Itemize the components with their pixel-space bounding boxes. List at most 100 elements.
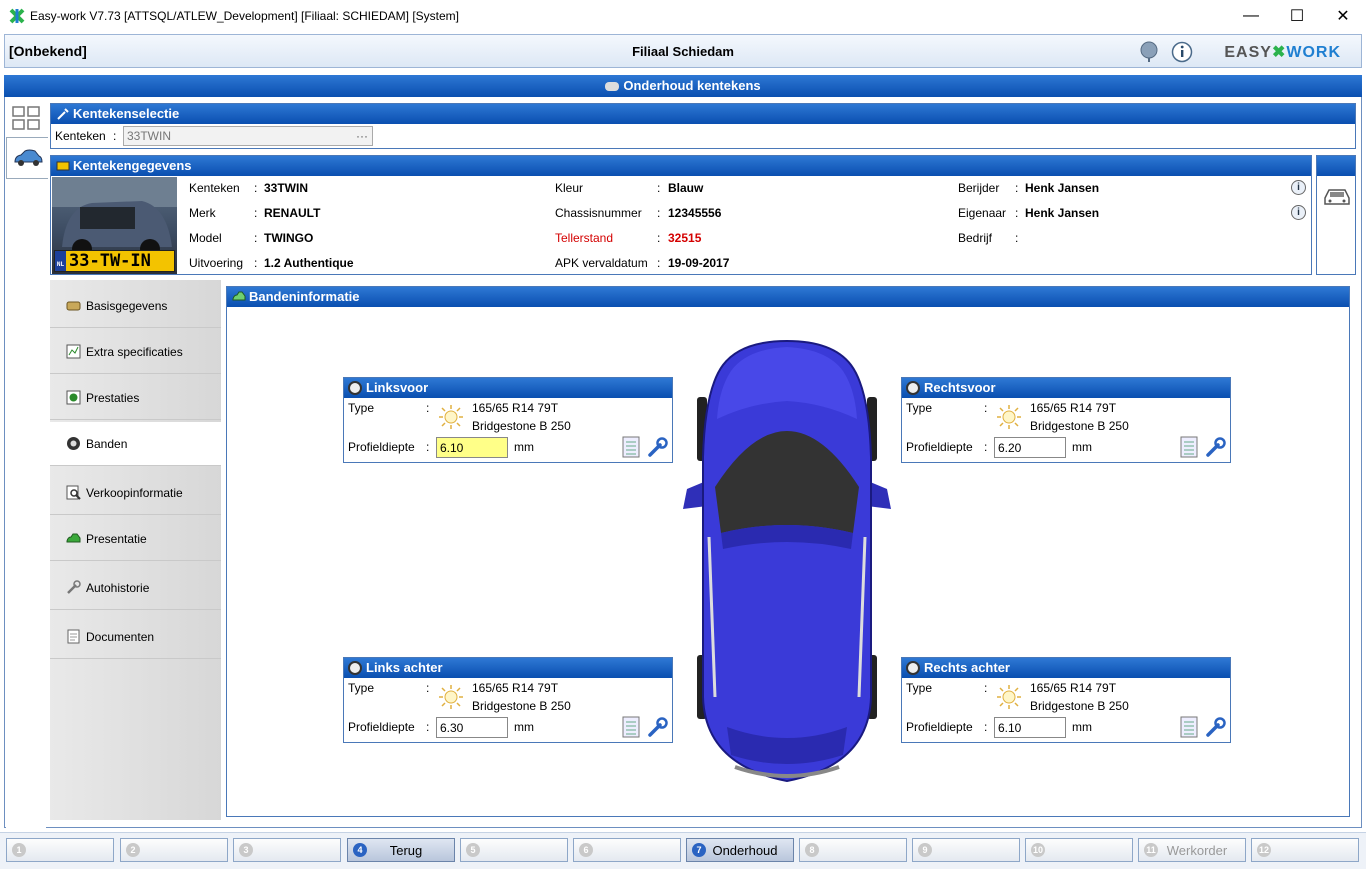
tire-card-header: Rechts achter (902, 658, 1230, 678)
history-list-icon[interactable] (622, 716, 640, 738)
tire-size: 165/65 R14 79T (1030, 681, 1117, 695)
colon: : (984, 720, 988, 734)
depth-input[interactable] (994, 437, 1066, 458)
history-list-icon[interactable] (622, 436, 640, 458)
tire-brand: Bridgestone B 250 (1030, 419, 1129, 433)
info-icon[interactable] (1171, 41, 1193, 63)
werkorder-button[interactable]: 11 Werkorder (1138, 838, 1246, 862)
nav-label: Documenten (86, 630, 155, 644)
tire-card-header: Linksvoor (344, 378, 672, 398)
nav-banden[interactable]: Banden (50, 422, 221, 466)
colon: : (1015, 206, 1019, 220)
key-number: 3 (239, 843, 253, 857)
wrench-icon[interactable] (647, 716, 669, 738)
f6-button[interactable]: 6 (573, 838, 681, 862)
vehicle-view-button[interactable] (6, 137, 48, 179)
close-button[interactable]: ✕ (1320, 0, 1366, 32)
colon: : (657, 256, 661, 270)
field-chassis-value: 12345556 (668, 206, 722, 220)
f12-button[interactable]: 12 (1251, 838, 1359, 862)
history-list-icon[interactable] (1180, 716, 1198, 738)
wrench-icon[interactable] (1205, 436, 1227, 458)
document-icon (67, 629, 80, 644)
tire-icon (348, 381, 362, 395)
depth-input[interactable] (994, 717, 1066, 738)
field-model-value: TWINGO (264, 231, 314, 245)
tire-card-left-front: Linksvoor Type : 165/65 R14 79T Bridgest… (343, 377, 673, 463)
onderhoud-button[interactable]: 7 Onderhoud (686, 838, 794, 862)
nav-presentatie[interactable]: Presentatie (50, 517, 221, 561)
car-icon (13, 149, 43, 166)
depth-input[interactable] (436, 437, 508, 458)
history-list-icon[interactable] (1180, 436, 1198, 458)
plate-lookup-button[interactable]: ··· (356, 127, 368, 145)
f2-button[interactable]: 2 (120, 838, 228, 862)
depth-unit: mm (514, 720, 534, 734)
colon: : (984, 681, 988, 695)
tire-info-title: Bandeninformatie (249, 289, 360, 304)
colon: : (984, 401, 988, 415)
eigenaar-info-icon[interactable]: i (1291, 205, 1306, 220)
nav-label: Prestaties (86, 391, 140, 405)
field-eigenaar-label: Eigenaar (958, 206, 1007, 220)
wrench-icon[interactable] (1205, 716, 1227, 738)
nav-verkoopinformatie[interactable]: Verkoopinformatie (50, 471, 221, 515)
window-title: Easy-work V7.73 [ATTSQL/ATLEW_Developmen… (30, 9, 460, 23)
f10-button[interactable]: 10 (1025, 838, 1133, 862)
f5-button[interactable]: 5 (460, 838, 568, 862)
location-globe-icon[interactable] (1139, 41, 1159, 63)
plate-selection-panel: Kentekenselectie Kenteken : 33TWIN ··· (50, 103, 1356, 149)
tire-brand: Bridgestone B 250 (472, 699, 571, 713)
f1-button[interactable]: 1 (6, 838, 114, 862)
tire-brand: Bridgestone B 250 (1030, 699, 1129, 713)
car-front-icon[interactable] (1322, 186, 1352, 208)
nav-autohistorie[interactable]: Autohistorie (50, 566, 221, 610)
f8-button[interactable]: 8 (799, 838, 907, 862)
tire-icon (67, 437, 80, 450)
tire-card-header: Rechtsvoor (902, 378, 1230, 398)
tire-card-right-front: Rechtsvoor Type : 165/65 R14 79T Bridges… (901, 377, 1231, 463)
app-logo-icon (9, 8, 25, 24)
berijder-info-icon[interactable]: i (1291, 180, 1306, 195)
plate-colon: : (113, 129, 117, 143)
window-titlebar: Easy-work V7.73 [ATTSQL/ATLEW_Developmen… (0, 0, 1366, 32)
plate-input[interactable]: 33TWIN ··· (123, 126, 373, 146)
tire-card-title: Rechts achter (924, 660, 1010, 675)
terug-button[interactable]: 4 Terug (347, 838, 455, 862)
nav-basisgegevens[interactable]: Basisgegevens (50, 284, 221, 328)
tire-icon (906, 381, 920, 395)
tire-card-title: Rechtsvoor (924, 380, 996, 395)
f3-button[interactable]: 3 (233, 838, 341, 862)
minimize-button[interactable]: — (1228, 0, 1274, 32)
f9-button[interactable]: 9 (912, 838, 1020, 862)
nav-extra-specificaties[interactable]: Extra specificaties (50, 330, 221, 374)
key-label: Terug (389, 843, 423, 858)
depth-label: Profieldiepte (906, 440, 973, 454)
maximize-button[interactable]: ☐ (1274, 0, 1320, 32)
depth-unit: mm (1072, 440, 1092, 454)
depth-label: Profieldiepte (348, 440, 415, 454)
depth-label: Profieldiepte (348, 720, 415, 734)
field-tellerstand-label: Tellerstand (555, 231, 614, 245)
plate-selection-title: Kentekenselectie (73, 106, 180, 121)
colon: : (1015, 231, 1019, 245)
wrench-icon (67, 580, 81, 594)
field-kleur-value: Blauw (668, 181, 704, 195)
key-label: Onderhoud (712, 843, 778, 858)
tire-icon (906, 661, 920, 675)
field-apk-label: APK vervaldatum (555, 256, 648, 270)
type-label: Type (348, 681, 375, 695)
logo-x-mark: ✖ (1271, 44, 1287, 61)
colon: : (426, 681, 430, 695)
license-plate: NL 33-TW-IN (54, 250, 175, 272)
wrench-icon[interactable] (647, 436, 669, 458)
stack-icon (66, 301, 81, 311)
tire-brand: Bridgestone B 250 (472, 419, 571, 433)
summer-tire-sun-icon (997, 405, 1021, 429)
grid-view-button[interactable] (6, 99, 46, 137)
field-berijder-value: Henk Jansen (1025, 181, 1100, 195)
nav-prestaties[interactable]: Prestaties (50, 376, 221, 420)
key-number: 1 (12, 843, 26, 857)
depth-input[interactable] (436, 717, 508, 738)
nav-documenten[interactable]: Documenten (50, 615, 221, 659)
